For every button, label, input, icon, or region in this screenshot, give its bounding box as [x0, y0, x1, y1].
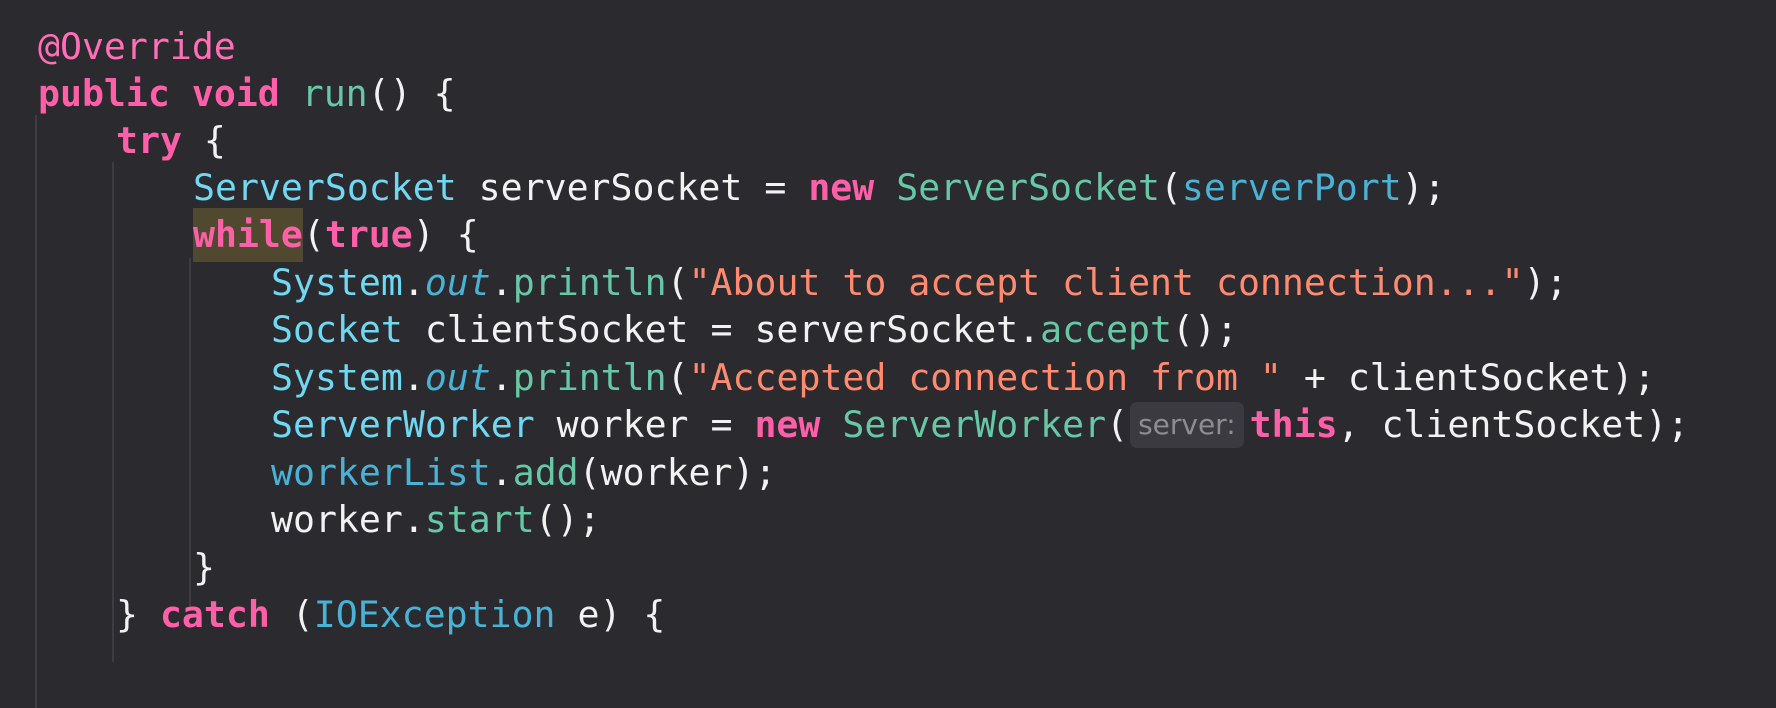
code-line[interactable]: Socket clientSocket = serverSocket. accep…: [271, 303, 1238, 357]
code-token: .: [402, 356, 425, 399]
code-token: accept: [1040, 308, 1172, 351]
code-token: }: [116, 593, 160, 636]
code-line[interactable]: @Override: [38, 20, 236, 74]
code-line[interactable]: System. out. println("Accepted connection …: [271, 351, 1655, 405]
code-token: ();: [534, 498, 601, 541]
code-token: () {: [367, 72, 456, 115]
code-line[interactable]: ServerWorker worker = new ServerWorker(s…: [271, 398, 1689, 452]
code-token: true: [324, 213, 413, 256]
code-token: (: [269, 593, 314, 636]
code-editor[interactable]: @Override public void run() {try {ServerS…: [0, 0, 1776, 708]
parameter-hint: server:: [1130, 402, 1244, 448]
code-token: clientSocket = serverSocket.: [402, 308, 1041, 351]
code-token: (: [1106, 403, 1129, 446]
code-token: .: [490, 356, 513, 399]
code-token: add: [512, 451, 579, 494]
code-token: println: [512, 261, 667, 304]
code-token: ) {: [412, 213, 479, 256]
code-token: (: [666, 261, 689, 304]
code-token: ServerSocket: [896, 166, 1160, 209]
code-token: .: [402, 261, 425, 304]
code-token: serverPort: [1181, 166, 1402, 209]
code-token: run: [301, 72, 368, 115]
code-token: System: [271, 356, 403, 399]
code-token: );: [1523, 261, 1568, 304]
code-token: System: [271, 261, 403, 304]
code-token: out: [424, 261, 491, 304]
code-token: start: [424, 498, 535, 541]
indent-guide-try: [112, 162, 114, 662]
code-token: .: [490, 261, 513, 304]
code-line[interactable]: ServerSocket serverSocket = new ServerSo…: [193, 161, 1446, 215]
code-token: new: [754, 403, 821, 446]
code-token: void: [191, 72, 280, 115]
code-token: {: [181, 119, 226, 162]
code-token: + clientSocket);: [1281, 356, 1656, 399]
code-token: ();: [1172, 308, 1238, 351]
code-token: Socket: [271, 308, 403, 351]
code-token: ServerWorker: [842, 403, 1107, 446]
code-token: "Accepted connection from ": [688, 356, 1282, 399]
code-token: @Override: [38, 25, 236, 68]
code-token: }: [193, 546, 215, 589]
code-token: , clientSocket);: [1337, 403, 1690, 446]
code-line[interactable]: try {: [116, 114, 226, 168]
code-token: "About to accept client connection...": [688, 261, 1524, 304]
code-token: new: [808, 166, 875, 209]
code-token: ServerSocket: [193, 166, 457, 209]
code-line[interactable]: System. out. println("About to accept clie…: [271, 256, 1568, 310]
code-line[interactable]: worker. start ();: [271, 493, 601, 547]
code-line[interactable]: }: [193, 541, 215, 595]
matched-keyword: while: [193, 208, 303, 262]
indent-guide-method: [35, 115, 37, 708]
code-line[interactable]: public void run() {: [38, 67, 456, 121]
indent-guide-while: [189, 258, 191, 610]
code-line[interactable]: workerList. add (worker);: [271, 446, 776, 500]
code-token: serverSocket =: [456, 166, 809, 209]
code-token: e) {: [555, 593, 666, 636]
code-token: ServerWorker: [271, 403, 535, 446]
code-token: public: [38, 72, 170, 115]
code-token: IOException: [313, 593, 556, 636]
code-token: catch: [159, 593, 270, 636]
code-line[interactable]: } catch (IOException e) {: [116, 588, 665, 642]
code-token: worker =: [534, 403, 755, 446]
code-token: println: [512, 356, 667, 399]
code-token: (worker);: [578, 451, 777, 494]
code-token: workerList: [271, 451, 491, 494]
code-token: .: [490, 451, 513, 494]
code-token: (: [302, 213, 325, 256]
code-token: (: [666, 356, 689, 399]
code-token: worker.: [271, 498, 425, 541]
code-line[interactable]: while(true) {: [193, 208, 479, 262]
code-token: );: [1401, 166, 1446, 209]
code-token: this: [1249, 403, 1338, 446]
code-token: (: [1159, 166, 1182, 209]
code-token: try: [116, 119, 182, 162]
code-token: out: [424, 356, 491, 399]
